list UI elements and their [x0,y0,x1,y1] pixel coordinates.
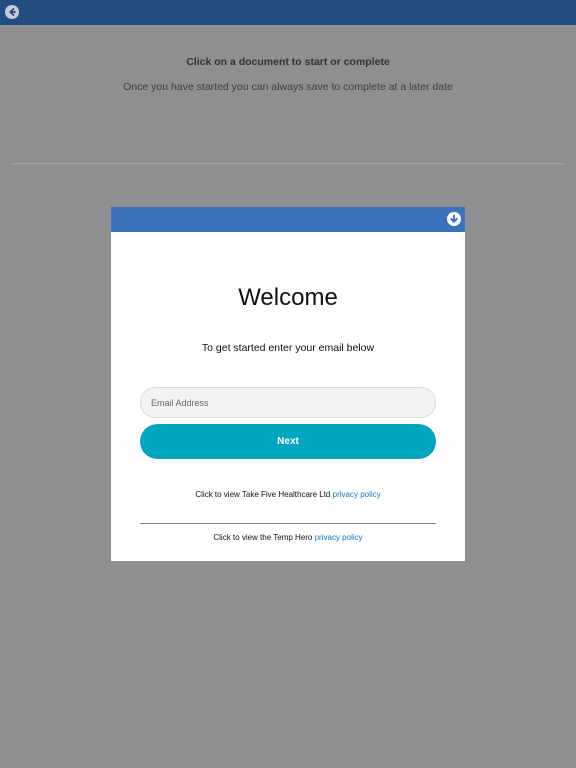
email-field[interactable] [140,387,436,418]
page-subheading: Once you have started you can always sav… [123,81,453,93]
welcome-subtitle: To get started enter your email below [201,342,375,354]
top-bar [0,0,576,25]
page-heading: Click on a document to start or complete [186,56,390,68]
page-divider [12,163,564,164]
temp-hero-policy-text: Click to view the Temp Hero [213,533,313,542]
temp-hero-privacy-policy-link[interactable]: privacy policy [315,533,363,542]
next-button[interactable]: Next [140,424,436,459]
collapse-button[interactable] [447,212,461,226]
company-privacy-policy-link[interactable]: privacy policy [333,490,381,499]
welcome-modal [111,207,465,561]
company-policy-line: Click to view Take Five Healthcare Ltd p… [0,490,576,499]
welcome-title: Welcome [238,284,338,311]
modal-header [111,207,465,232]
modal-divider [140,523,436,524]
back-button[interactable] [5,5,19,19]
temp-hero-policy-line: Click to view the Temp Hero privacy poli… [0,533,576,542]
arrow-down-circle-icon [450,214,458,223]
arrow-left-circle-icon [9,8,16,16]
company-policy-text: Click to view Take Five Healthcare Ltd [195,490,331,499]
